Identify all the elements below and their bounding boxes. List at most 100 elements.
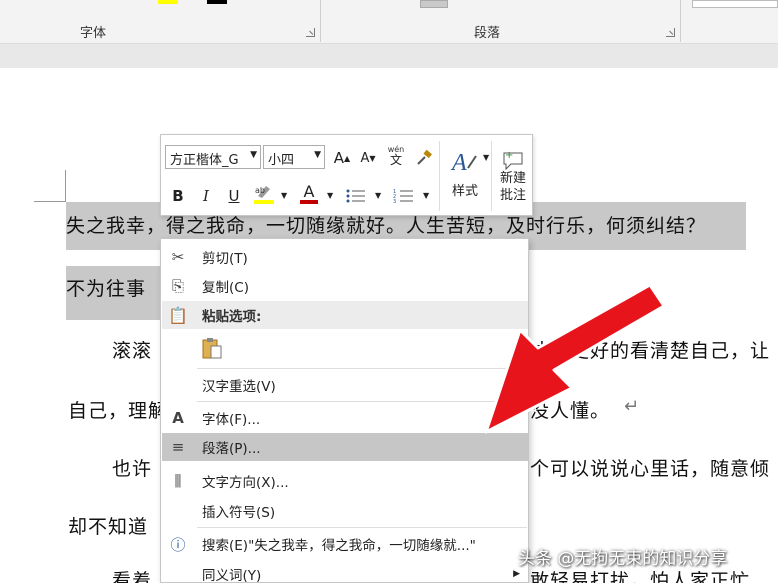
svg-text:A: A <box>450 150 467 174</box>
paragraph-dialog-launcher-icon[interactable] <box>666 28 675 37</box>
search-info-icon: ⓘ <box>170 535 186 554</box>
ruler-strip <box>0 44 778 68</box>
numbering-button[interactable]: 123 <box>391 183 417 209</box>
menu-item-label: 段落(P)... <box>202 441 261 457</box>
ribbon-font-color-swatch[interactable] <box>207 0 227 4</box>
ribbon-highlight-swatch[interactable] <box>158 0 178 4</box>
menu-item-text-direction[interactable]: ⫼ 文字方向(X)... <box>162 467 528 495</box>
styles-icon: A <box>450 150 477 174</box>
doc-line-4-right[interactable]: 没人懂。 <box>530 396 610 423</box>
shrink-font-icon: A <box>360 150 370 166</box>
styles-button[interactable]: A 样式 <box>443 141 487 205</box>
submenu-arrow-icon: ▶ <box>513 569 520 579</box>
menu-item-cut[interactable]: ✂ 剪切(T) <box>162 243 528 271</box>
menu-item-label: 同义词(Y) <box>202 568 262 583</box>
chevron-down-icon[interactable]: ▼ <box>281 191 287 200</box>
grow-font-icon: A <box>333 149 345 167</box>
font-size-select[interactable]: 小四 ▼ <box>263 145 325 169</box>
ribbon-separator <box>320 0 321 42</box>
font-name-value: 方正楷体_G <box>170 153 239 168</box>
chevron-down-icon[interactable]: ▼ <box>375 191 381 200</box>
font-size-value: 小四 <box>268 153 295 168</box>
menu-item-label: 字体(F)... <box>202 412 261 428</box>
mini-toolbar-separator <box>439 141 440 211</box>
doc-line-4-left[interactable]: 自己，理解 <box>68 396 168 423</box>
paragraph-icon: ≡ <box>171 438 185 456</box>
paste-clipboard-icon <box>202 338 222 359</box>
font-group-label: 字体 <box>80 26 107 41</box>
paste-keep-text-button[interactable] <box>199 335 225 361</box>
menu-item-copy[interactable]: ⎘ 复制(C) <box>162 272 528 300</box>
clipboard-icon: 📋 <box>168 305 188 325</box>
doc-line-3-left[interactable]: 滚滚 <box>112 336 152 363</box>
phonetic-char-text: 文 <box>389 153 402 167</box>
menu-item-synonyms[interactable]: 同义词(Y) ▶ <box>162 560 528 583</box>
doc-line-3-right[interactable]: 才能更好的看清楚自己，让 <box>530 336 770 363</box>
svg-text:ab: ab <box>255 186 265 195</box>
highlight-color-bar <box>254 200 274 204</box>
chevron-down-icon[interactable]: ▼ <box>483 153 489 162</box>
mini-toolbar-separator <box>491 141 492 211</box>
bold-button[interactable]: B <box>167 183 189 209</box>
paste-options-header: 📋 粘贴选项: <box>162 301 528 329</box>
menu-divider <box>197 527 527 528</box>
shrink-font-button[interactable]: A ▼ <box>357 145 379 171</box>
ribbon: 字体 段落 <box>0 0 778 44</box>
copy-icon: ⎘ <box>171 277 184 295</box>
svg-text:3: 3 <box>393 199 396 204</box>
doc-line-5-right[interactable]: 个可以说说心里话，随意倾 <box>530 454 770 481</box>
highlight-button[interactable]: ab <box>251 181 277 207</box>
highlighter-icon: ab <box>255 186 270 198</box>
mini-toolbar: 方正楷体_G ▼ 小四 ▼ A ▲ A ▼ wén 文 B I U ab ▼ A ▼… <box>160 134 533 216</box>
paste-options-label: 粘贴选项: <box>202 309 262 325</box>
new-comment-icon: + <box>503 150 523 171</box>
chevron-down-icon: ▼ <box>250 150 257 160</box>
new-comment-button[interactable]: + 新建 批注 <box>493 141 533 213</box>
menu-item-reconvert[interactable]: 汉字重选(V) <box>162 371 528 399</box>
menu-divider <box>197 401 527 402</box>
chevron-down-icon: ▼ <box>314 150 321 160</box>
format-painter-icon <box>417 149 432 165</box>
context-menu: ✂ 剪切(T) ⎘ 复制(C) 📋 粘贴选项: 汉字重选(V) A 字体(F).… <box>160 238 529 583</box>
underline-button[interactable]: U <box>223 183 245 209</box>
doc-line-5-left[interactable]: 也许 <box>112 454 152 481</box>
doc-line-7-left[interactable]: 看着 <box>112 566 152 583</box>
new-comment-line1: 新建 <box>499 171 526 187</box>
chevron-down-icon[interactable]: ▼ <box>327 191 333 200</box>
menu-item-label: 搜索(E)"失之我幸，得之我命，一切随缘就..." <box>202 538 476 554</box>
menu-item-label: 复制(C) <box>202 280 249 296</box>
menu-item-label: 剪切(T) <box>202 251 248 267</box>
margin-corner-mark <box>34 170 66 202</box>
ribbon-style-box[interactable] <box>420 0 448 8</box>
menu-item-search[interactable]: ⓘ 搜索(E)"失之我幸，得之我命，一切随缘就..." <box>162 530 528 558</box>
phonetic-guide-button[interactable]: wén 文 <box>385 143 407 169</box>
paragraph-group-label: 段落 <box>474 26 501 41</box>
menu-item-label: 汉字重选(V) <box>202 379 276 395</box>
grow-font-button[interactable]: A ▲ <box>331 145 353 171</box>
new-comment-line2: 批注 <box>499 188 526 203</box>
scissors-icon: ✂ <box>171 248 185 266</box>
watermark: 头条 @无拘无束的知识分享 <box>518 549 728 569</box>
menu-item-font[interactable]: A 字体(F)... <box>162 404 528 432</box>
doc-line-2[interactable]: 不为往事 <box>66 266 162 320</box>
menu-item-insert-symbol[interactable]: 插入符号(S) <box>162 497 528 525</box>
text-direction-icon: ⫼ <box>174 472 182 490</box>
format-painter-button[interactable] <box>413 145 435 171</box>
bullets-button[interactable] <box>343 183 369 209</box>
svg-text:+: + <box>505 150 513 161</box>
numbered-list-icon: 123 <box>393 189 413 204</box>
menu-item-label: 插入符号(S) <box>202 505 276 521</box>
styles-label: 样式 <box>451 183 478 199</box>
font-icon: A <box>172 409 184 427</box>
font-dialog-launcher-icon[interactable] <box>306 28 315 37</box>
ribbon-style-gallery[interactable] <box>692 0 778 8</box>
italic-button[interactable]: I <box>195 183 217 209</box>
menu-item-paragraph[interactable]: ≡ 段落(P)... <box>162 433 528 461</box>
chevron-down-icon[interactable]: ▼ <box>423 191 429 200</box>
font-color-bar <box>300 200 318 204</box>
font-name-select[interactable]: 方正楷体_G ▼ <box>165 145 261 169</box>
bullet-list-icon <box>346 189 365 203</box>
doc-line-6-left[interactable]: 却不知道 <box>68 512 148 539</box>
font-color-button[interactable]: A <box>297 181 321 207</box>
ribbon-button-strip <box>0 0 778 8</box>
